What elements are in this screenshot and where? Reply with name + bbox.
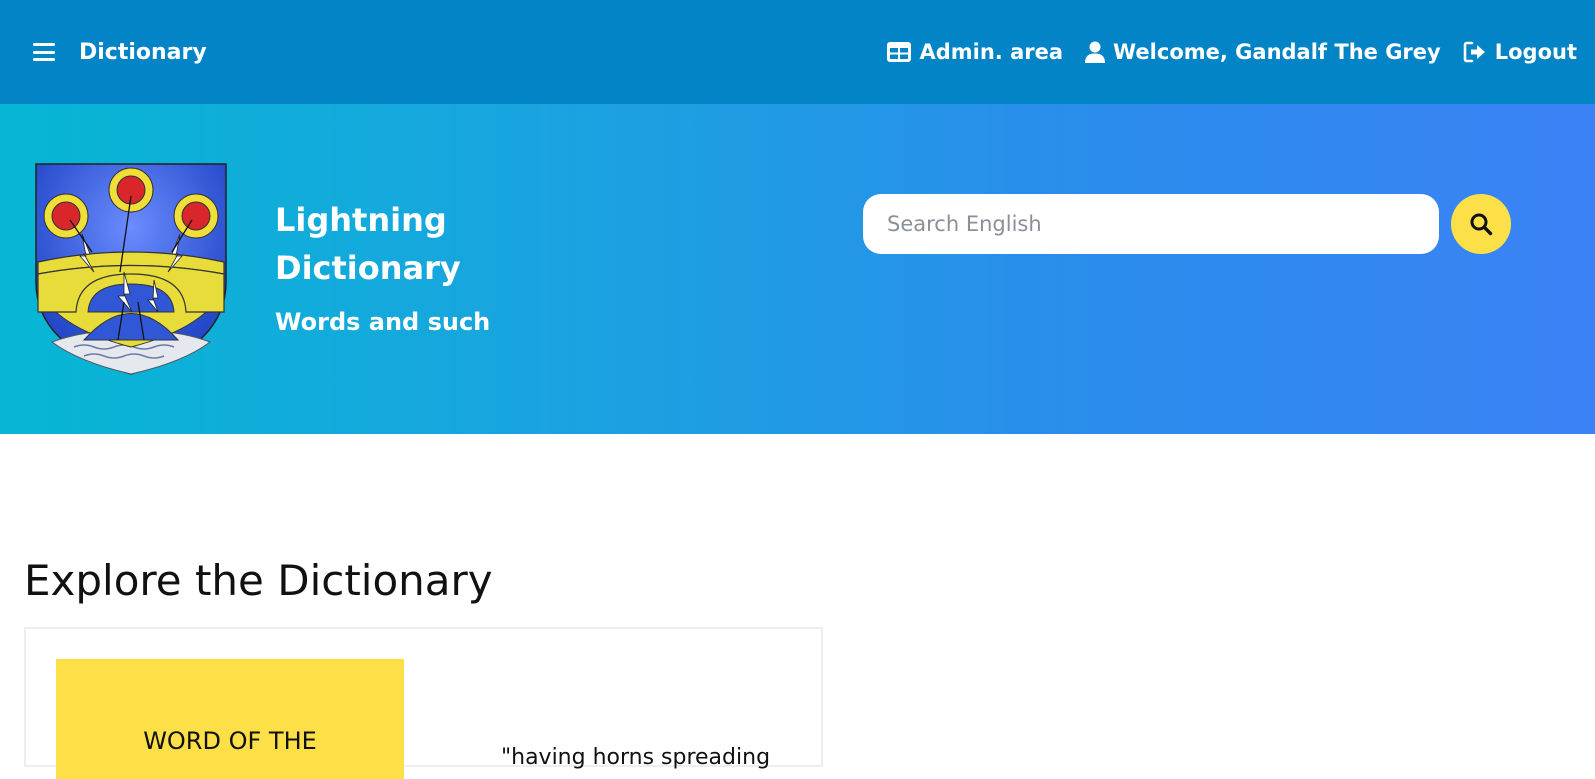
admin-area-label: Admin. area <box>919 40 1064 64</box>
word-of-the-day-card: WORD OF THE "having horns spreading <box>24 627 823 779</box>
search-icon <box>1470 213 1493 236</box>
table-icon <box>887 42 912 62</box>
admin-area-link[interactable]: Admin. area <box>887 40 1063 64</box>
hero-banner: Lightning Dictionary Words and such <box>0 104 1595 434</box>
coat-of-arms-logo <box>35 163 227 375</box>
logout-icon <box>1463 41 1485 63</box>
user-icon <box>1085 41 1106 63</box>
nav-left: Dictionary <box>33 40 207 65</box>
menu-icon[interactable] <box>33 43 55 61</box>
site-subtitle: Words and such <box>275 308 491 336</box>
site-title: Lightning Dictionary <box>275 201 461 287</box>
word-of-the-day-label: WORD OF THE <box>143 727 317 755</box>
section-title: Explore the Dictionary <box>24 556 493 605</box>
user-profile-link[interactable]: Welcome, Gandalf The Grey <box>1085 40 1441 64</box>
word-of-the-day-box[interactable]: WORD OF THE <box>56 659 404 779</box>
search-button[interactable] <box>1451 194 1511 254</box>
word-definition-text: "having horns spreading <box>501 745 771 770</box>
search-input[interactable] <box>863 194 1439 254</box>
welcome-label: Welcome, Gandalf The Grey <box>1113 40 1441 64</box>
nav-right: Admin. area Welcome, Gandalf The Grey Lo… <box>887 0 1577 104</box>
logout-label: Logout <box>1494 40 1577 64</box>
top-navbar: Dictionary Admin. area Welcome, Gandalf … <box>0 0 1595 104</box>
logout-link[interactable]: Logout <box>1463 40 1577 64</box>
brand-link[interactable]: Dictionary <box>79 40 207 65</box>
